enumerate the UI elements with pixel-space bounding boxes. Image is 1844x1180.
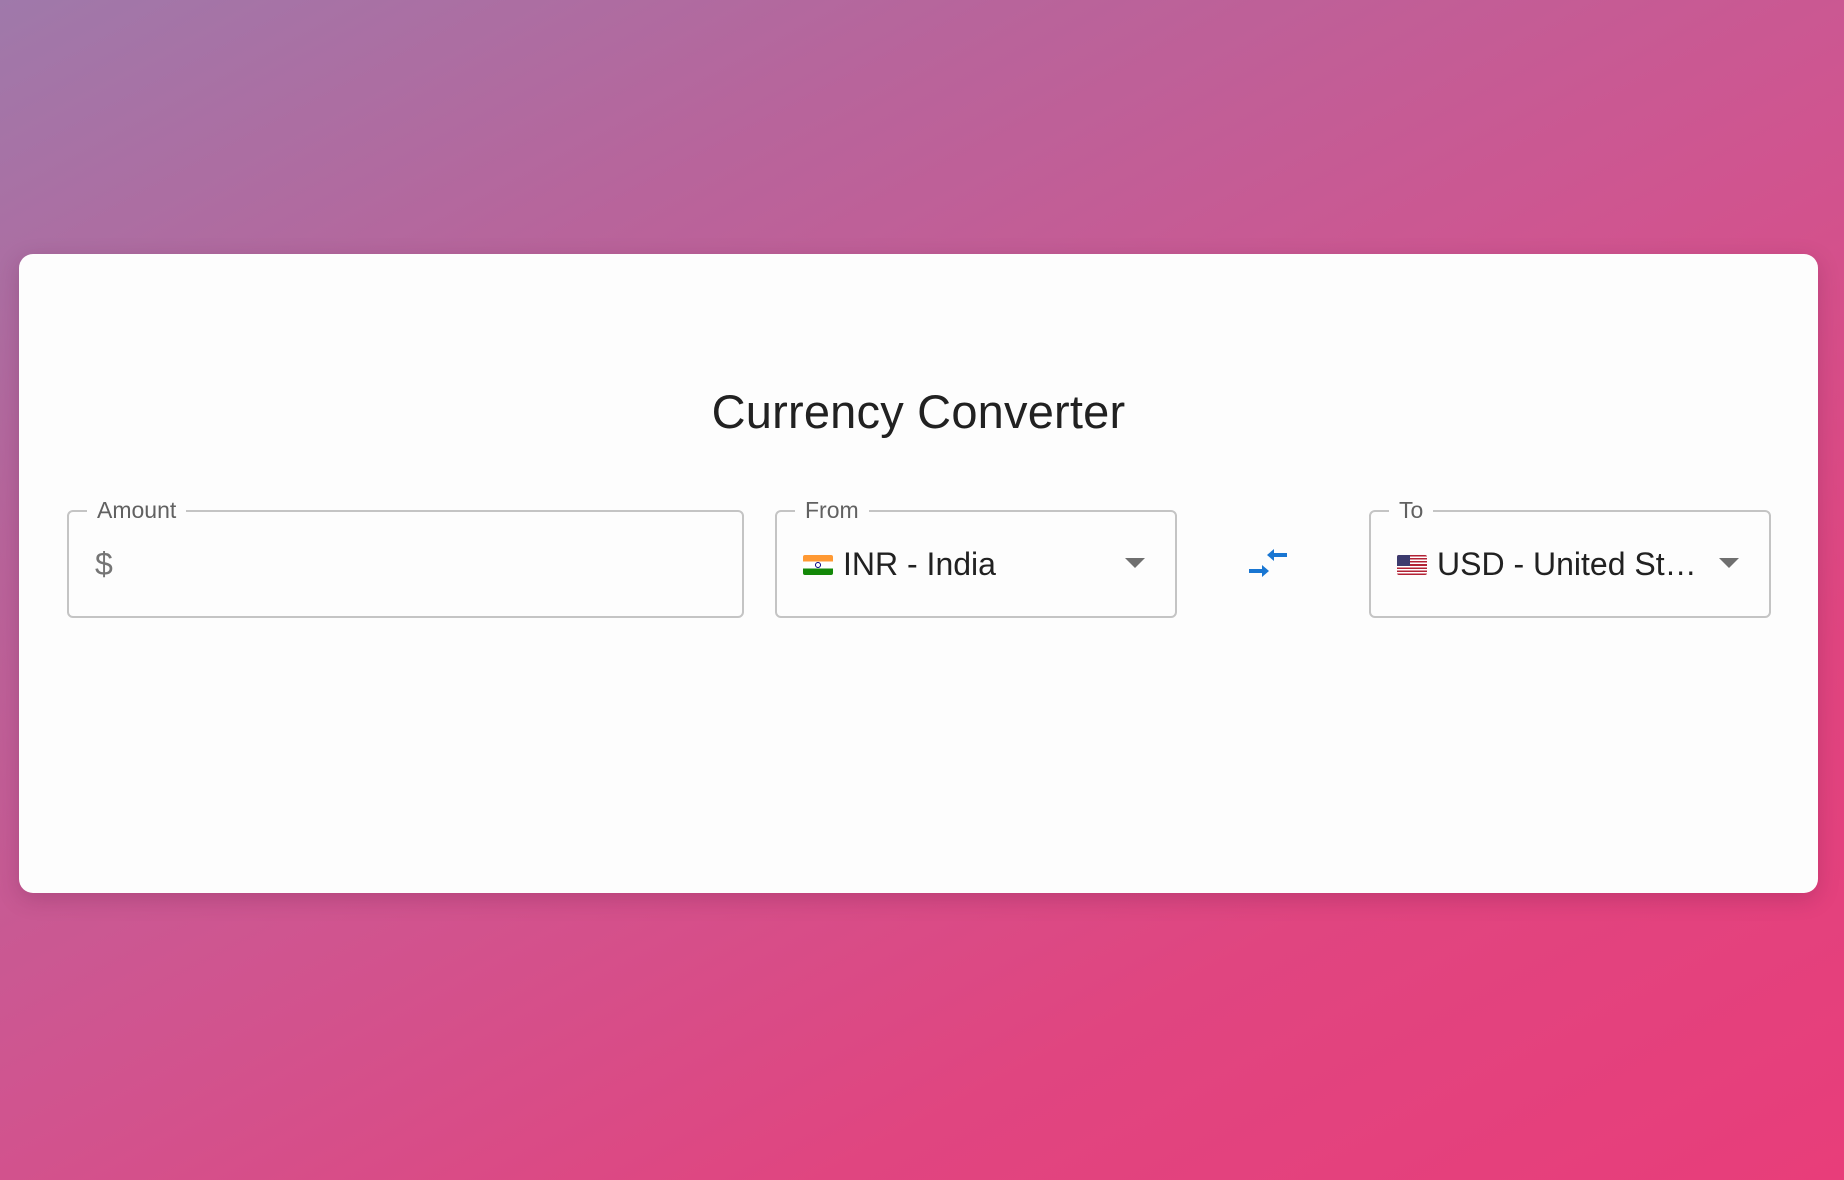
chevron-down-icon[interactable] bbox=[1719, 558, 1739, 568]
amount-input[interactable] bbox=[131, 536, 715, 594]
amount-field[interactable]: Amount $ bbox=[67, 495, 744, 618]
us-flag-icon bbox=[1397, 554, 1427, 575]
to-currency-select[interactable]: To USD - United St… bbox=[1369, 495, 1771, 618]
to-selected-value[interactable]: USD - United St… bbox=[1397, 546, 1697, 583]
page-title: Currency Converter bbox=[711, 385, 1126, 438]
amount-label: Amount bbox=[87, 495, 187, 525]
currency-prefix: $ bbox=[95, 546, 113, 582]
india-flag-icon bbox=[803, 554, 833, 575]
from-selected-value[interactable]: INR - India bbox=[803, 546, 996, 583]
swap-currencies-button[interactable] bbox=[1235, 530, 1301, 596]
to-currency-text: USD - United St… bbox=[1437, 546, 1697, 582]
from-currency-text: INR - India bbox=[843, 546, 996, 582]
to-label: To bbox=[1389, 495, 1434, 525]
from-label: From bbox=[795, 495, 869, 525]
converter-card: Currency Converter Amount $ From INR - I… bbox=[19, 254, 1818, 893]
swap-arrows-icon bbox=[1249, 549, 1287, 577]
from-currency-select[interactable]: From INR - India bbox=[775, 495, 1177, 618]
chevron-down-icon[interactable] bbox=[1125, 558, 1145, 568]
